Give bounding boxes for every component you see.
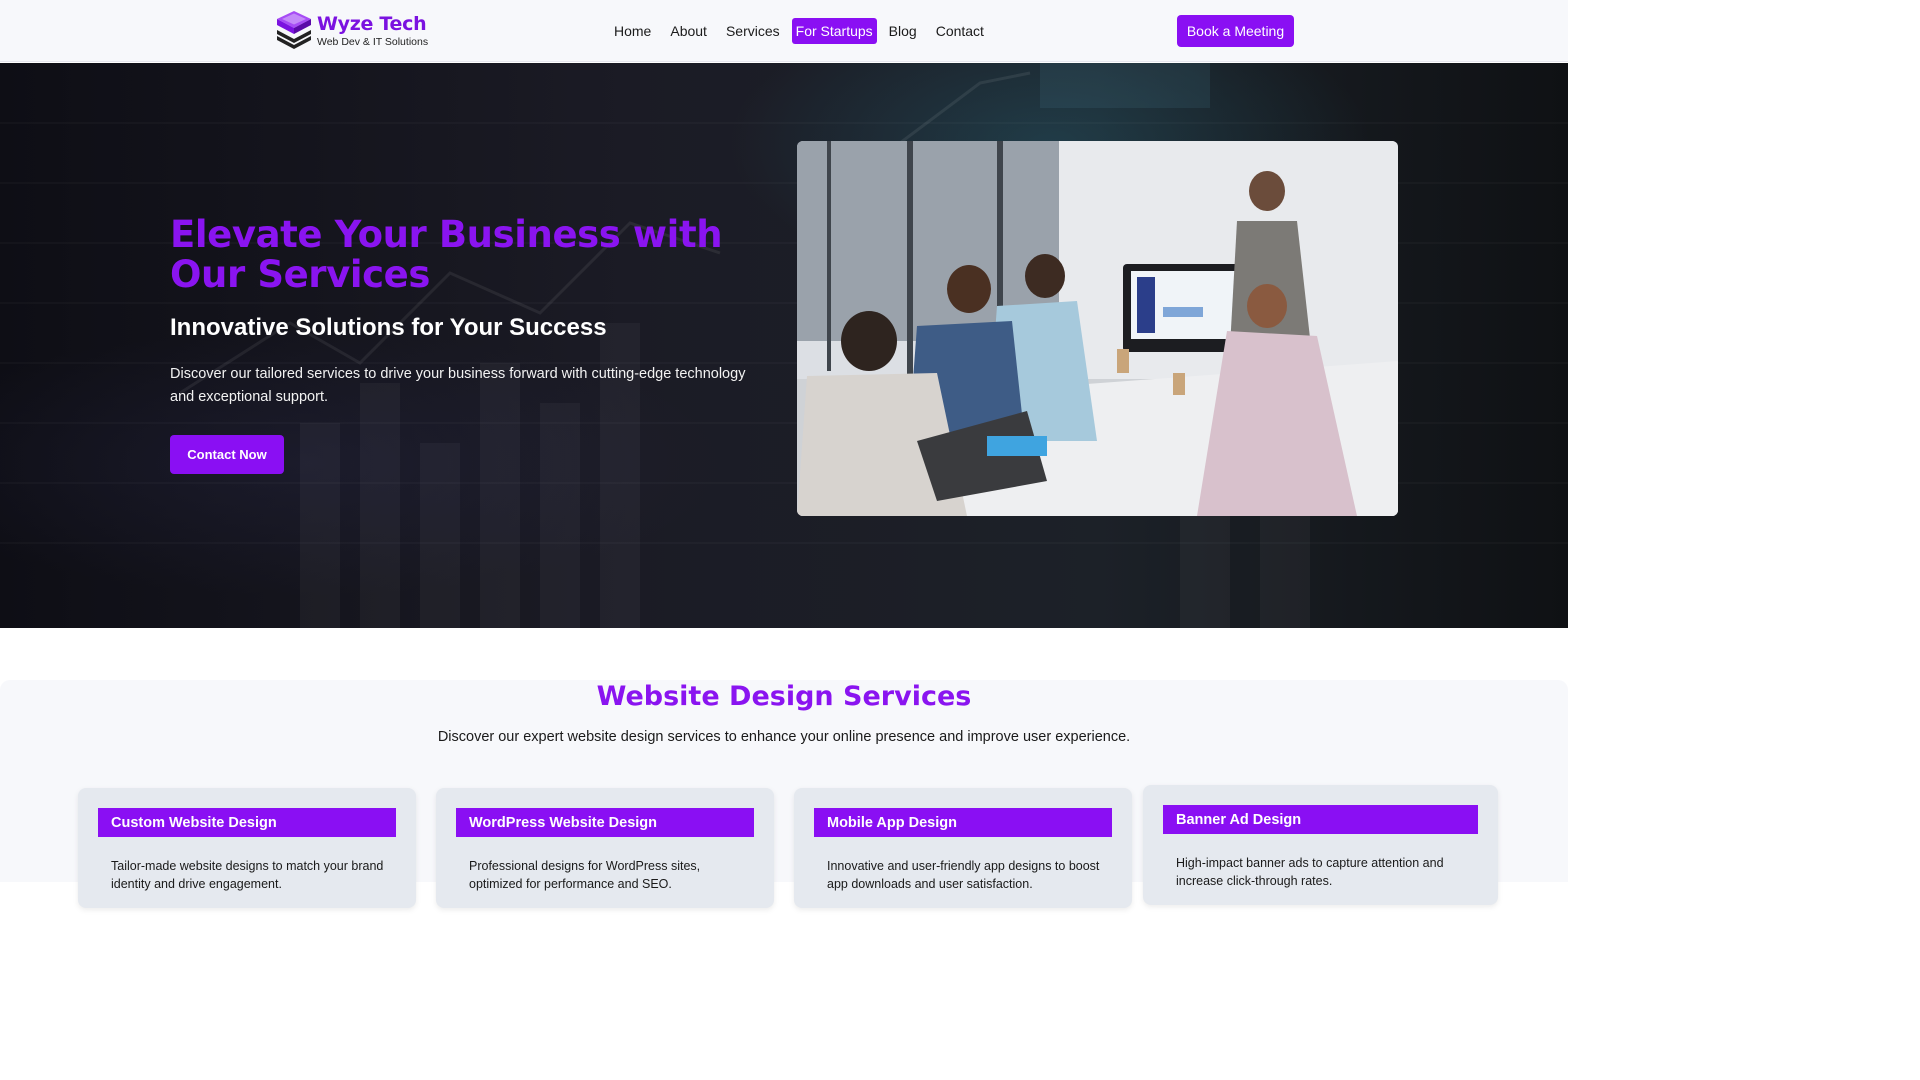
card-title: WordPress Website Design bbox=[456, 808, 754, 837]
nav-for-startups[interactable]: For Startups bbox=[791, 18, 877, 44]
team-meeting-photo bbox=[797, 141, 1398, 516]
logo-tagline: Web Dev & IT Solutions bbox=[317, 35, 429, 48]
nav-contact[interactable]: Contact bbox=[929, 19, 991, 43]
card-text: Professional designs for WordPress sites… bbox=[469, 859, 701, 891]
hero-section: Elevate Your Business with Our Services … bbox=[0, 63, 1568, 628]
card-text: Innovative and user-friendly app designs… bbox=[827, 859, 1100, 891]
logo-name: Wyze Tech bbox=[317, 12, 427, 35]
site-header: Wyze Tech Web Dev & IT Solutions Home Ab… bbox=[0, 0, 1568, 62]
hero-description: Discover our tailored services to drive … bbox=[170, 366, 746, 405]
hero-subtitle: Innovative Solutions for Your Success bbox=[170, 314, 607, 341]
stacked-books-logo-icon bbox=[277, 11, 311, 49]
card-title: Mobile App Design bbox=[814, 808, 1112, 837]
service-card-banner-ad-design[interactable]: Banner Ad Design High-impact banner ads … bbox=[1143, 785, 1498, 905]
nav-blog[interactable]: Blog bbox=[882, 19, 924, 43]
service-card-wordpress-website-design[interactable]: WordPress Website Design Professional de… bbox=[436, 788, 774, 908]
hero-title: Elevate Your Business with Our Services bbox=[170, 213, 723, 296]
services-description: Discover our expert website design servi… bbox=[437, 729, 1131, 745]
card-title: Banner Ad Design bbox=[1163, 805, 1478, 834]
services-title: Website Design Services bbox=[596, 681, 972, 712]
nav-about[interactable]: About bbox=[663, 19, 714, 43]
website-design-services-section: Website Design Services Discover our exp… bbox=[0, 680, 1568, 908]
service-card-mobile-app-design[interactable]: Mobile App Design Innovative and user-fr… bbox=[794, 788, 1132, 908]
service-card-custom-website-design[interactable]: Custom Website Design Tailor-made websit… bbox=[78, 788, 416, 908]
card-text: High-impact banner ads to capture attent… bbox=[1176, 856, 1444, 888]
card-title: Custom Website Design bbox=[98, 808, 396, 837]
contact-now-button[interactable]: Contact Now bbox=[170, 435, 284, 474]
logo[interactable]: Wyze Tech Web Dev & IT Solutions bbox=[273, 8, 428, 54]
main-nav: Home About Services For Startups Blog Co… bbox=[607, 18, 996, 44]
book-meeting-button[interactable]: Book a Meeting bbox=[1177, 15, 1294, 47]
nav-services[interactable]: Services bbox=[719, 19, 787, 43]
card-text: Tailor-made website designs to match you… bbox=[111, 859, 384, 891]
nav-home[interactable]: Home bbox=[607, 19, 658, 43]
